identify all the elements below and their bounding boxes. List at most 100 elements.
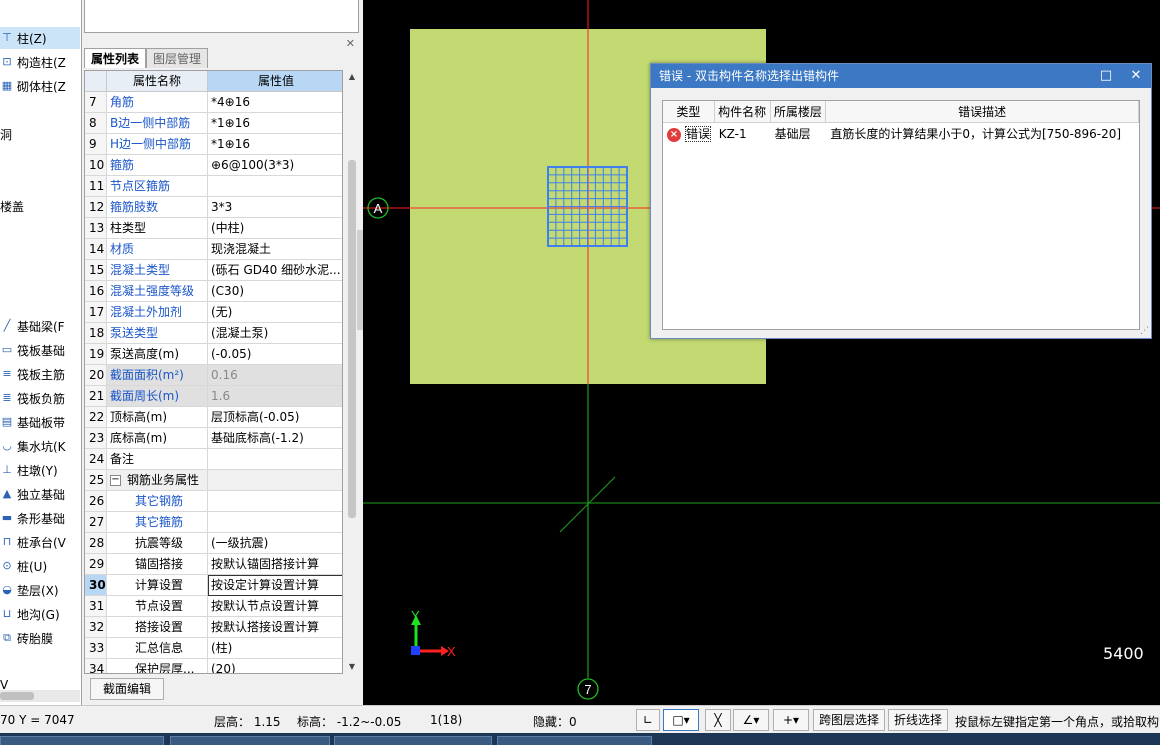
property-value[interactable]: 按默认锚固搭接计算 bbox=[208, 554, 342, 575]
property-value[interactable]: *4⊕16 bbox=[208, 92, 342, 113]
scroll-up-icon[interactable]: ▲ bbox=[347, 72, 357, 82]
cross-layer-select-button[interactable]: 跨图层选择 bbox=[813, 709, 885, 731]
tree-item[interactable]: ⊔ 地沟(G) bbox=[0, 603, 80, 625]
scroll-thumb[interactable] bbox=[348, 160, 356, 518]
property-value[interactable]: 3*3 bbox=[208, 197, 342, 218]
select-box-icon[interactable]: □▾ bbox=[663, 709, 699, 731]
column-floor[interactable]: 所属楼层 bbox=[771, 101, 827, 123]
property-value[interactable] bbox=[208, 512, 342, 533]
property-value[interactable] bbox=[208, 491, 342, 512]
column-error-description[interactable]: 错误描述 bbox=[826, 101, 1139, 123]
maximize-icon[interactable]: □ bbox=[1095, 64, 1117, 88]
property-row[interactable]: 12 箍筋肢数 3*3 bbox=[85, 197, 342, 218]
taskbar-item[interactable] bbox=[497, 736, 652, 745]
property-row[interactable]: 33 汇总信息 (柱) bbox=[85, 638, 342, 659]
tree-item[interactable]: 洞 bbox=[0, 123, 80, 145]
property-value[interactable]: 层顶标高(-0.05) bbox=[208, 407, 342, 428]
dimension-icon[interactable]: +▾ bbox=[773, 709, 809, 731]
property-value[interactable]: (C30) bbox=[208, 281, 342, 302]
property-value[interactable]: 现浇混凝土 bbox=[208, 239, 342, 260]
ortho-icon[interactable]: ∟ bbox=[636, 709, 660, 731]
cross-icon[interactable]: ╳ bbox=[705, 709, 731, 731]
property-value[interactable] bbox=[208, 470, 342, 491]
polyline-select-button[interactable]: 折线选择 bbox=[888, 709, 948, 731]
tree-item[interactable]: ◡ 集水坑(K bbox=[0, 435, 80, 457]
property-row[interactable]: 8 B边一侧中部筋 *1⊕16 bbox=[85, 113, 342, 134]
tab-layer-management[interactable]: 图层管理 bbox=[146, 48, 209, 68]
taskbar-item[interactable] bbox=[334, 736, 492, 745]
column-component-name[interactable]: 构件名称 bbox=[715, 101, 771, 123]
error-component-name[interactable]: KZ-1 bbox=[715, 123, 771, 145]
tree-item[interactable]: ╱ 基础梁(F bbox=[0, 315, 80, 337]
property-row[interactable]: 16 混凝土强度等级 (C30) bbox=[85, 281, 342, 302]
property-row[interactable]: 32 搭接设置 按默认搭接设置计算 bbox=[85, 617, 342, 638]
property-row[interactable]: 9 H边一侧中部筋 *1⊕16 bbox=[85, 134, 342, 155]
property-row[interactable]: 24 备注 bbox=[85, 449, 342, 470]
tree-item[interactable]: ▭ 筏板基础 bbox=[0, 339, 80, 361]
property-row[interactable]: 23 底标高(m) 基础底标高(-1.2) bbox=[85, 428, 342, 449]
dialog-title-bar[interactable]: 错误 - 双击构件名称选择出错构件 □ ✕ bbox=[651, 64, 1151, 88]
scroll-thumb[interactable] bbox=[0, 692, 34, 700]
property-value[interactable]: (柱) bbox=[208, 638, 342, 659]
tree-item[interactable]: ▬ 条形基础 bbox=[0, 507, 80, 529]
tree-item[interactable]: ⊥ 柱墩(Y) bbox=[0, 459, 80, 481]
taskbar-item[interactable] bbox=[0, 736, 164, 745]
property-value[interactable] bbox=[208, 176, 342, 197]
property-value[interactable]: 按默认节点设置计算 bbox=[208, 596, 342, 617]
tree-item[interactable]: ≣ 筏板负筋 bbox=[0, 387, 80, 409]
property-row[interactable]: 7 角筋 *4⊕16 bbox=[85, 92, 342, 113]
tree-item[interactable]: ▤ 基础板带 bbox=[0, 411, 80, 433]
property-value[interactable]: 0.16 bbox=[208, 365, 342, 386]
property-row[interactable]: 20 截面面积(m²) 0.16 bbox=[85, 365, 342, 386]
property-value[interactable]: 基础底标高(-1.2) bbox=[208, 428, 342, 449]
property-value[interactable]: ⊕6@100(3*3) bbox=[208, 155, 342, 176]
tab-property-list[interactable]: 属性列表 bbox=[84, 48, 147, 68]
property-row[interactable]: 18 泵送类型 (混凝土泵) bbox=[85, 323, 342, 344]
tree-item[interactable]: ▲ 独立基础 bbox=[0, 483, 80, 505]
tree-item[interactable]: ≡ 筏板主筋 bbox=[0, 363, 80, 385]
property-value[interactable]: (-0.05) bbox=[208, 344, 342, 365]
property-row[interactable]: 25− 钢筋业务属性 bbox=[85, 470, 342, 491]
property-value[interactable]: 按设定计算设置计算 bbox=[208, 575, 342, 596]
property-row[interactable]: 10 箍筋 ⊕6@100(3*3) bbox=[85, 155, 342, 176]
collapse-icon[interactable]: − bbox=[110, 475, 121, 486]
property-value[interactable]: *1⊕16 bbox=[208, 113, 342, 134]
property-value[interactable]: (无) bbox=[208, 302, 342, 323]
property-row[interactable]: 30 计算设置 按设定计算设置计算 bbox=[85, 575, 342, 596]
property-value[interactable]: 1.6 bbox=[208, 386, 342, 407]
property-scrollbar[interactable]: ▲ ▼ bbox=[345, 70, 359, 674]
property-row[interactable]: 21 截面周长(m) 1.6 bbox=[85, 386, 342, 407]
property-row[interactable]: 13 柱类型 (中柱) bbox=[85, 218, 342, 239]
error-row[interactable]: × 错误 KZ-1 基础层 直筋长度的计算结果小于0，计算公式为[750-896-… bbox=[663, 123, 1139, 145]
property-value[interactable] bbox=[208, 449, 342, 470]
property-row[interactable]: 26 其它钢筋 bbox=[85, 491, 342, 512]
tree-item[interactable]: ◒ 垫层(X) bbox=[0, 579, 80, 601]
property-row[interactable]: 31 节点设置 按默认节点设置计算 bbox=[85, 596, 342, 617]
property-row[interactable]: 28 抗震等级 (一级抗震) bbox=[85, 533, 342, 554]
tree-item[interactable]: ▦ 砌体柱(Z bbox=[0, 75, 80, 97]
property-row[interactable]: 11 节点区箍筋 bbox=[85, 176, 342, 197]
property-row[interactable]: 17 混凝土外加剂 (无) bbox=[85, 302, 342, 323]
property-value[interactable]: *1⊕16 bbox=[208, 134, 342, 155]
scroll-down-icon[interactable]: ▼ bbox=[347, 662, 357, 672]
tree-item[interactable]: ⊓ 桩承台(V bbox=[0, 531, 80, 553]
property-row[interactable]: 15 混凝土类型 (砾石 GD40 细砂水泥... bbox=[85, 260, 342, 281]
tree-hscrollbar[interactable] bbox=[0, 690, 80, 702]
taskbar-item[interactable] bbox=[170, 736, 330, 745]
property-value[interactable]: (一级抗震) bbox=[208, 533, 342, 554]
resize-grip-icon[interactable]: ⋰ bbox=[1140, 326, 1149, 336]
tree-item[interactable]: 楼盖 bbox=[0, 195, 80, 217]
property-row[interactable]: 34 保护层厚... (20) bbox=[85, 659, 342, 673]
tree-item[interactable]: ⊙ 桩(U) bbox=[0, 555, 80, 577]
angle-icon[interactable]: ∠▾ bbox=[733, 709, 769, 731]
section-edit-button[interactable]: 截面编辑 bbox=[90, 678, 165, 700]
property-value[interactable]: (砾石 GD40 细砂水泥... bbox=[208, 260, 342, 281]
close-icon[interactable]: ✕ bbox=[346, 37, 355, 50]
property-row[interactable]: 14 材质 现浇混凝土 bbox=[85, 239, 342, 260]
tree-item[interactable]: ⊡ 构造柱(Z bbox=[0, 51, 80, 73]
close-icon[interactable]: ✕ bbox=[1125, 64, 1147, 88]
property-row[interactable]: 22 顶标高(m) 层顶标高(-0.05) bbox=[85, 407, 342, 428]
property-row[interactable]: 29 锚固搭接 按默认锚固搭接计算 bbox=[85, 554, 342, 575]
tree-item[interactable]: ⧉ 砖胎膜 bbox=[0, 627, 80, 649]
property-value[interactable]: (混凝土泵) bbox=[208, 323, 342, 344]
